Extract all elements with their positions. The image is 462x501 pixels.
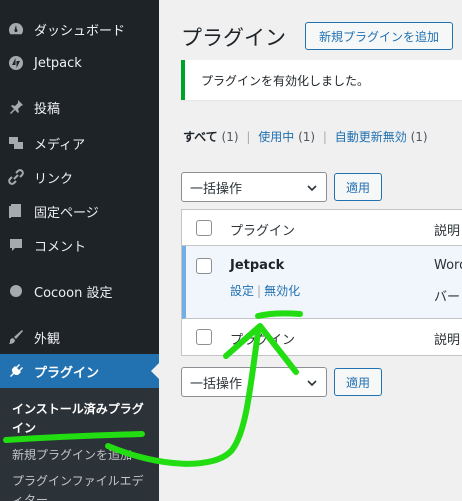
sidebar-item-label: 投稿 (34, 101, 61, 117)
table-header-row: プラグイン 説明 (182, 210, 462, 246)
media-icon (8, 135, 24, 151)
add-new-plugin-button[interactable]: 新規プラグインを追加 (305, 22, 453, 50)
filter-autoupdate-count: (1) (410, 130, 428, 144)
select-all-checkbox[interactable] (196, 220, 212, 236)
filter-all[interactable]: すべて (183, 130, 218, 144)
apply-button-bottom[interactable]: 適用 (334, 368, 382, 396)
plugin-description-cont: バー (434, 290, 461, 305)
bulk-select-value: 一括操作 (190, 376, 243, 392)
sidebar-item-pages[interactable]: 固定ページ (0, 194, 159, 228)
submenu-plugin-file-editor[interactable]: プラグインファイルエディター (12, 472, 152, 501)
admin-sidebar: ダッシュボード Jetpack 投稿 メディア リンク 固定ページ コメント C… (0, 0, 159, 501)
sidebar-item-cocoon[interactable]: Cocoon 設定 (0, 274, 159, 308)
sidebar-item-label: コメント (34, 239, 87, 255)
filter-active[interactable]: 使用中 (258, 130, 294, 144)
column-footer-description: 説明 (434, 333, 461, 348)
sidebar-item-label: 固定ページ (34, 205, 99, 221)
jetpack-icon (8, 55, 24, 71)
sidebar-item-label: Cocoon 設定 (34, 285, 113, 301)
sidebar-item-links[interactable]: リンク (0, 160, 159, 194)
plugin-description: Word (434, 258, 462, 273)
pin-icon (8, 99, 24, 115)
filter-active-count: (1) (298, 130, 316, 144)
comment-icon (8, 237, 24, 253)
plugins-submenu: インストール済みプラグイン 新規プラグインを追加 プラグインファイルエディター (0, 388, 159, 501)
filter-separator: | (322, 130, 327, 144)
sidebar-item-label: 外観 (34, 331, 61, 347)
filter-autoupdate-disabled[interactable]: 自動更新無効 (335, 130, 407, 144)
row-actions: 設定 | 無効化 (230, 282, 300, 299)
dashboard-icon (8, 21, 24, 37)
sidebar-item-label: プラグイン (34, 365, 100, 381)
column-header-plugin: プラグイン (230, 224, 296, 239)
sidebar-item-appearance[interactable]: 外観 (0, 320, 159, 354)
action-separator: | (257, 284, 262, 298)
plugins-table: プラグイン 説明 Jetpack Word バー 設定|無効化 プラグイン 説明 (181, 209, 462, 356)
plugin-filters: すべて (1) | 使用中 (1) | 自動更新無効 (1) (183, 128, 428, 145)
table-row: Jetpack Word バー 設定|無効化 (182, 246, 462, 319)
bulk-select-value: 一括操作 (190, 181, 243, 197)
row-checkbox[interactable] (196, 258, 212, 274)
success-notice: プラグインを有効化しました。 (181, 60, 462, 100)
sidebar-item-jetpack[interactable]: Jetpack (0, 46, 159, 80)
deactivate-link[interactable]: 無効化 (264, 284, 300, 298)
filter-all-count: (1) (221, 130, 239, 144)
bulk-action-select-bottom[interactable]: 一括操作 (181, 367, 327, 397)
column-header-description: 説明 (434, 224, 461, 239)
sidebar-item-plugins[interactable]: プラグイン (0, 354, 159, 388)
page-title: プラグイン (181, 26, 286, 50)
column-footer-plugin: プラグイン (230, 333, 296, 348)
chevron-down-icon (307, 185, 317, 192)
submenu-add-new-plugin[interactable]: 新規プラグインを追加 (12, 446, 152, 465)
apply-button-top[interactable]: 適用 (334, 173, 382, 201)
link-icon (8, 169, 24, 185)
notice-message: プラグインを有効化しました。 (201, 73, 370, 88)
settings-link[interactable]: 設定 (230, 284, 254, 298)
plugin-icon (8, 363, 24, 379)
sidebar-item-label: Jetpack (34, 55, 82, 71)
plugin-name: Jetpack (230, 258, 285, 273)
filter-separator: | (246, 130, 251, 144)
submenu-installed-plugins[interactable]: インストール済みプラグイン (12, 400, 152, 438)
bulk-action-select-top[interactable]: 一括操作 (181, 172, 327, 202)
sidebar-item-posts[interactable]: 投稿 (0, 90, 159, 124)
table-footer-row: プラグイン 説明 (182, 319, 462, 355)
brush-icon (8, 329, 24, 345)
sidebar-item-label: メディア (34, 137, 86, 153)
select-all-checkbox-footer[interactable] (196, 329, 212, 345)
page-icon (8, 203, 24, 219)
main-content: プラグイン 新規プラグインを追加 プラグインを有効化しました。 すべて (1) … (159, 0, 462, 501)
sidebar-item-comments[interactable]: コメント (0, 228, 159, 262)
sidebar-item-media[interactable]: メディア (0, 126, 159, 160)
sidebar-item-dashboard[interactable]: ダッシュボード (0, 12, 159, 46)
sidebar-item-label: リンク (34, 171, 74, 187)
sidebar-item-label: ダッシュボード (34, 23, 126, 39)
cocoon-icon (8, 283, 24, 299)
chevron-down-icon (307, 380, 317, 387)
